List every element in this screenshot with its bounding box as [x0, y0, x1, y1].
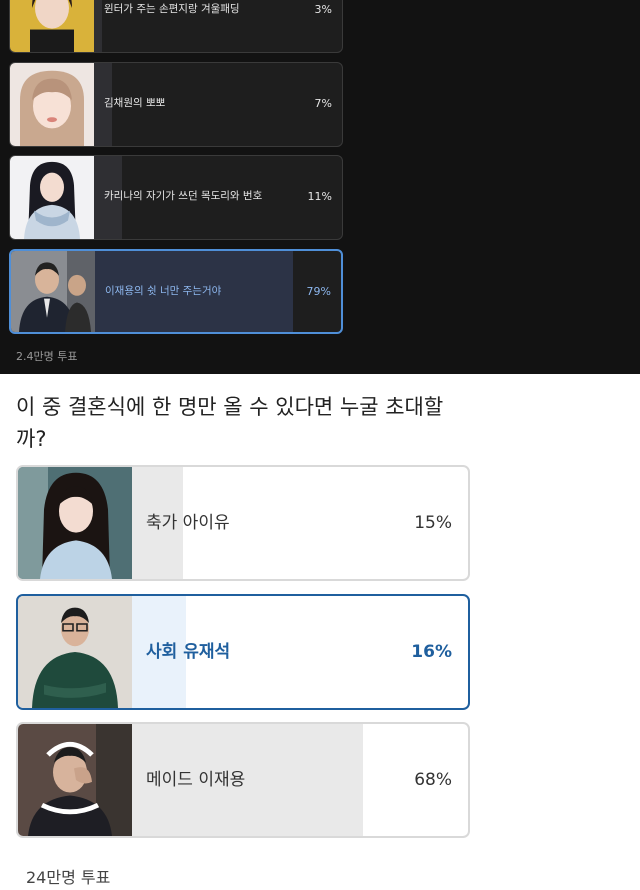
- option-percent: 79%: [306, 285, 331, 298]
- vote-count: 24만명 투표: [26, 868, 111, 887]
- option-label: 카리나의 자기가 쓰던 목도리와 번호: [104, 190, 263, 202]
- option-label: 축가 아이유: [146, 513, 230, 533]
- bottom-poll-option-3[interactable]: 메이드 이재용 68%: [16, 722, 470, 838]
- top-poll-panel: 윈터가 주는 손편지랑 겨울패딩 3% 김채원의 뽀뽀 7% 카리나의 자기가 …: [0, 0, 640, 374]
- option-thumbnail-image: [18, 596, 132, 708]
- option-percent: 68%: [414, 770, 452, 790]
- option-label: 김채원의 뽀뽀: [104, 97, 166, 109]
- option-label: 사회 유재석: [146, 642, 231, 662]
- option-percent: 15%: [414, 513, 452, 533]
- top-poll-option-2[interactable]: 김채원의 뽀뽀 7%: [9, 62, 343, 147]
- vote-count: 2.4만명 투표: [16, 350, 78, 363]
- option-label: 이재용의 쉿 너만 주는거야: [105, 285, 222, 297]
- option-thumbnail-image: [11, 251, 95, 332]
- option-thumbnail-image: [18, 467, 132, 579]
- option-percent: 11%: [307, 190, 332, 203]
- option-thumbnail-image: [10, 0, 94, 52]
- option-result-bar: [94, 0, 102, 52]
- option-label: 메이드 이재용: [146, 770, 246, 790]
- top-poll-option-3[interactable]: 카리나의 자기가 쓰던 목도리와 번호 11%: [9, 155, 343, 240]
- bottom-poll-option-2[interactable]: 사회 유재석 16%: [16, 594, 470, 710]
- option-percent: 7%: [314, 97, 332, 110]
- bottom-poll-option-1[interactable]: 축가 아이유 15%: [16, 465, 470, 581]
- poll-question: 이 중 결혼식에 한 명만 올 수 있다면 누굴 초대할까?: [16, 395, 444, 451]
- option-thumbnail-image: [10, 156, 94, 239]
- option-percent: 3%: [314, 3, 332, 16]
- option-thumbnail-image: [18, 724, 132, 836]
- option-percent: 16%: [411, 642, 452, 662]
- option-label: 윈터가 주는 손편지랑 겨울패딩: [104, 3, 240, 15]
- top-poll-option-4[interactable]: 이재용의 쉿 너만 주는거야 79%: [9, 249, 343, 334]
- top-poll-option-1[interactable]: 윈터가 주는 손편지랑 겨울패딩 3%: [9, 0, 343, 53]
- option-thumbnail-image: [10, 63, 94, 146]
